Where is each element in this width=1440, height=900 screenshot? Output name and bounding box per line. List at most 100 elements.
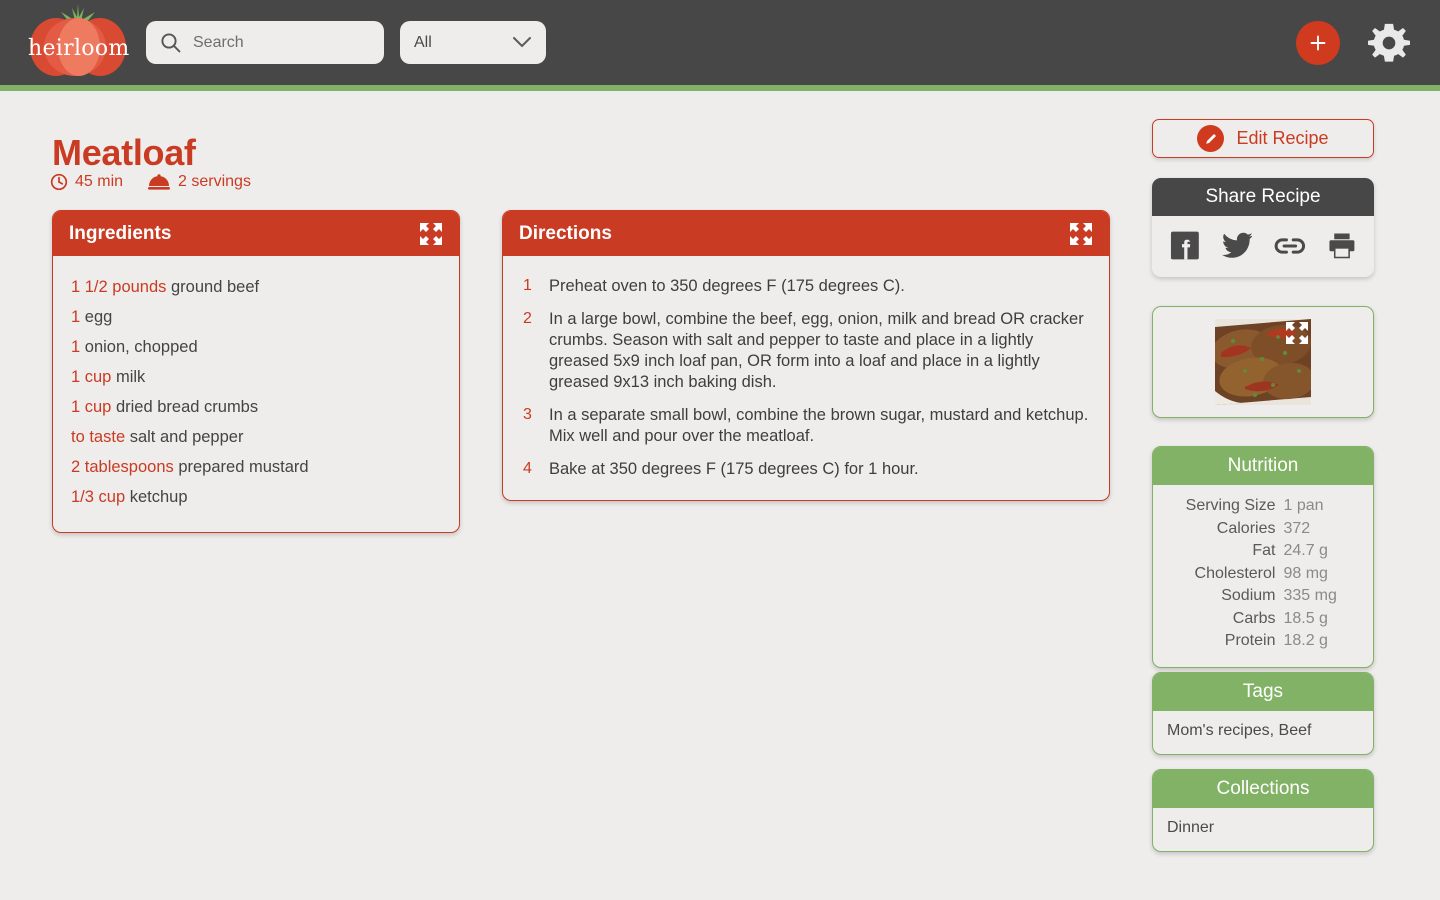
- nutrition-label: Sodium: [1221, 587, 1276, 604]
- nutrition-row: Cholesterol 98 mg: [1167, 563, 1359, 586]
- ingredient-item: 1 cup milk: [71, 362, 441, 392]
- direction-number: 1: [523, 277, 532, 294]
- ingredient-name: salt and pepper: [125, 428, 244, 446]
- nutrition-value: 98 mg: [1283, 564, 1328, 582]
- add-recipe-button[interactable]: [1296, 20, 1340, 65]
- ingredient-name: dried bread crumbs: [111, 398, 259, 416]
- ingredient-quantity: to taste: [71, 428, 126, 446]
- expand-icon[interactable]: [419, 222, 443, 246]
- ingredient-quantity: 1 cup: [71, 368, 112, 386]
- nutrition-label: Calories: [1216, 519, 1276, 537]
- ingredients-body: 1 1/2 pounds ground beef 1 egg 1 onion, ch…: [53, 256, 459, 532]
- direction-text: Preheat oven to 350 degrees F (175 degre…: [549, 277, 905, 295]
- nutrition-value: 18.5 g: [1283, 609, 1328, 627]
- page-content: Meatloaf 45 min 2 servings Ingredients 1…: [0, 91, 1440, 900]
- nutrition-row: Calories 372: [1167, 518, 1359, 541]
- ingredients-title: Ingredients: [69, 222, 172, 244]
- nutrition-row: Protein 18.2 g: [1167, 630, 1359, 653]
- ingredient-name: ground beef: [166, 278, 260, 296]
- search-placeholder: Search: [193, 33, 244, 51]
- ingredient-name: onion, chopped: [80, 338, 198, 356]
- ingredient-item: 1/3 cup ketchup: [71, 482, 441, 512]
- recipe-servings-label: 2 servings: [178, 173, 251, 190]
- recipe-time-label: 45 min: [75, 173, 124, 190]
- nutrition-row: Serving Size 1 pan: [1167, 495, 1359, 518]
- ingredient-name: prepared mustard: [173, 458, 309, 476]
- nutrition-value: 18.2 g: [1283, 632, 1328, 649]
- tags-value[interactable]: Mom's recipes, Beef: [1153, 711, 1373, 754]
- directions-list: 1 Preheat oven to 350 degrees F (175 degr…: [523, 276, 1089, 480]
- nutrition-value: 372: [1283, 519, 1311, 537]
- recipe-time: 45 min: [50, 173, 123, 191]
- directions-card: Directions 1 Preheat oven to 350 degrees …: [502, 210, 1110, 501]
- page-title: Meatloaf: [52, 132, 196, 173]
- nutrition-label: Carbs: [1232, 609, 1276, 627]
- ingredient-name: egg: [80, 308, 113, 326]
- ingredient-quantity: 1 cup: [71, 398, 112, 416]
- plus-icon: [1310, 35, 1326, 50]
- ingredients-card: Ingredients 1 1/2 pounds ground beef 1 eg…: [52, 210, 460, 533]
- ingredients-header: Ingredients: [53, 211, 459, 256]
- recipe-servings: 2 servings: [147, 173, 251, 191]
- ingredient-quantity: 1/3 cup: [71, 488, 126, 506]
- ingredient-name: ketchup: [125, 488, 188, 506]
- nutrition-value: 335 mg: [1283, 587, 1337, 604]
- filter-value: All: [414, 33, 432, 51]
- nutrition-label: Fat: [1252, 542, 1276, 559]
- nutrition-label: Cholesterol: [1194, 564, 1276, 582]
- nutrition-row: Fat 24.7 g: [1167, 540, 1359, 563]
- search-input[interactable]: Search: [146, 21, 384, 64]
- ingredient-item: to taste salt and pepper: [71, 422, 441, 452]
- search-icon: [161, 33, 181, 53]
- expand-icon[interactable]: [1285, 321, 1309, 345]
- facebook-icon[interactable]: [1170, 230, 1200, 261]
- collections-value[interactable]: Dinner: [1153, 808, 1373, 851]
- direction-number: 2: [523, 310, 532, 327]
- edit-recipe-button[interactable]: Edit Recipe: [1152, 119, 1374, 158]
- nutrition-row: Sodium 335 mg: [1167, 585, 1359, 608]
- ingredients-list: 1 1/2 pounds ground beef 1 egg 1 onion, ch…: [71, 272, 441, 512]
- direction-text: Bake at 350 degrees F (175 degrees C) fo…: [549, 460, 919, 478]
- ingredient-item: 1 egg: [71, 302, 441, 332]
- top-bar: heirloom Search All: [0, 0, 1440, 85]
- share-buttons: [1152, 216, 1374, 277]
- collections-card: Collections Dinner: [1152, 769, 1374, 852]
- ingredient-item: 1 cup dried bread crumbs: [71, 392, 441, 422]
- nutrition-value: 1 pan: [1283, 497, 1324, 514]
- share-recipe-card: Share Recipe: [1152, 178, 1374, 277]
- clock-icon: [50, 173, 68, 191]
- collections-title: Collections: [1153, 770, 1373, 808]
- ingredient-item: 1 1/2 pounds ground beef: [71, 272, 441, 302]
- direction-step: 3 In a separate small bowl, combine the b…: [523, 405, 1089, 447]
- ingredient-name: milk: [111, 368, 146, 386]
- tags-title: Tags: [1153, 673, 1373, 711]
- gear-icon[interactable]: [1366, 20, 1412, 66]
- direction-number: 3: [523, 406, 532, 423]
- pencil-icon: [1197, 125, 1225, 152]
- direction-step: 1 Preheat oven to 350 degrees F (175 degr…: [523, 276, 1089, 297]
- nutrition-label: Protein: [1224, 632, 1276, 649]
- direction-number: 4: [523, 460, 532, 477]
- link-icon[interactable]: [1274, 235, 1306, 257]
- chevron-down-icon: [513, 37, 531, 48]
- logo-wordmark: heirloom: [28, 35, 130, 61]
- filter-select[interactable]: All: [400, 21, 546, 64]
- nutrition-value: 24.7 g: [1283, 542, 1328, 559]
- twitter-icon[interactable]: [1221, 232, 1253, 259]
- tags-card: Tags Mom's recipes, Beef: [1152, 672, 1374, 755]
- print-icon[interactable]: [1328, 231, 1356, 260]
- nutrition-card: Nutrition Serving Size 1 pan Calories 372 Fa…: [1152, 446, 1374, 668]
- share-recipe-title: Share Recipe: [1152, 178, 1374, 216]
- recipe-meta: 45 min 2 servings: [50, 173, 251, 191]
- app-logo[interactable]: heirloom: [28, 3, 130, 82]
- recipe-photo-card[interactable]: [1152, 306, 1374, 418]
- nutrition-title: Nutrition: [1153, 447, 1373, 485]
- direction-step: 4 Bake at 350 degrees F (175 degrees C) f…: [523, 459, 1089, 480]
- directions-body: 1 Preheat oven to 350 degrees F (175 degr…: [503, 256, 1109, 500]
- nutrition-list: Serving Size 1 pan Calories 372 Fat 24.7 g Cho…: [1153, 485, 1373, 667]
- direction-step: 2 In a large bowl, combine the beef, egg,…: [523, 309, 1089, 393]
- expand-icon[interactable]: [1069, 222, 1093, 246]
- recipe-photo: [1215, 319, 1311, 405]
- ingredient-quantity: 2 tablespoons: [71, 458, 174, 476]
- direction-text: In a large bowl, combine the beef, egg, …: [549, 310, 1084, 391]
